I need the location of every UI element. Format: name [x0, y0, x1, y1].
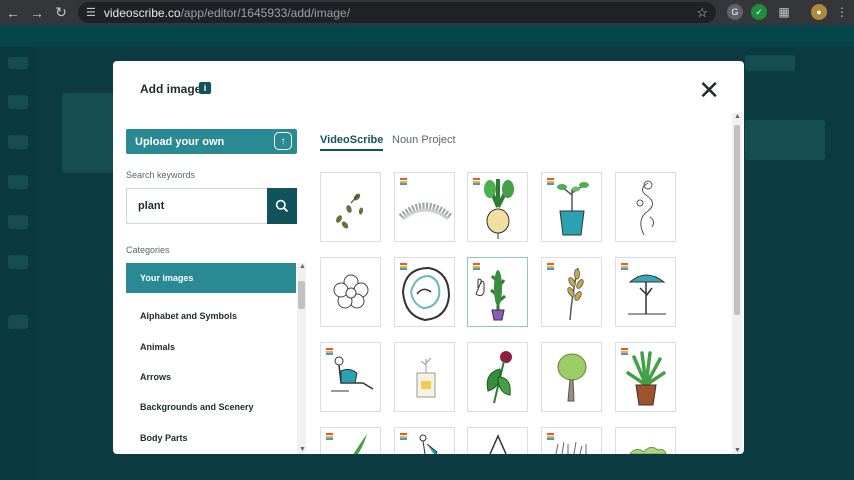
- add-image-dialog: Add image i ✕ Upload your own ↑ Search k…: [113, 61, 744, 454]
- browser-menu-icon[interactable]: ⋮: [834, 4, 850, 20]
- bookmark-star-icon[interactable]: ☆: [696, 5, 708, 21]
- potted-cactus-icon: [475, 270, 506, 321]
- umbrella-tree-icon: [628, 274, 666, 315]
- dialog-title: Add image: [140, 82, 202, 96]
- address-bar[interactable]: ☰ videoscribe.co/app/editor/1645933/add/…: [78, 2, 716, 23]
- browser-toolbar: ← → ↻ ☰ videoscribe.co/app/editor/164593…: [0, 0, 854, 25]
- sidebar-ghost: [8, 135, 28, 149]
- category-body-parts[interactable]: Body Parts: [126, 422, 296, 452]
- close-icon[interactable]: ✕: [698, 77, 720, 103]
- grass-tuft-icon: [555, 441, 587, 454]
- watering-figure-icon: [419, 434, 438, 454]
- url-host: videoscribe.co: [103, 5, 181, 20]
- image-grid-scrollbar[interactable]: ▲ ▼: [732, 113, 742, 454]
- url-path: /app/editor/1645933/add/image/: [180, 5, 351, 20]
- rock-plant-icon: [401, 266, 451, 322]
- category-your-images[interactable]: Your images: [126, 263, 296, 294]
- image-tile[interactable]: [320, 342, 381, 412]
- scroll-down-icon[interactable]: ▼: [299, 446, 306, 453]
- category-alphabet-and-symbols[interactable]: Alphabet and Symbols: [126, 301, 296, 331]
- site-settings-icon[interactable]: ☰: [86, 6, 96, 19]
- image-tile[interactable]: [615, 257, 676, 327]
- turnip-icon: [484, 179, 514, 239]
- home-icon: [8, 57, 28, 69]
- tab-videoscribe[interactable]: VideoScribe: [320, 134, 384, 151]
- category-scroll-thumb[interactable]: [298, 281, 305, 309]
- search-input[interactable]: [126, 188, 267, 224]
- back-icon[interactable]: ←: [2, 2, 24, 24]
- image-tile[interactable]: [467, 172, 528, 242]
- aloe-pot-icon: [626, 351, 666, 406]
- sidebar-ghost: [8, 215, 28, 229]
- seeds-icon: [336, 193, 364, 229]
- wreath-icon: [398, 202, 453, 221]
- green-tree-icon: [557, 353, 587, 402]
- extension-grammarly-icon[interactable]: G: [727, 4, 743, 20]
- info-icon[interactable]: i: [199, 82, 211, 94]
- image-tile[interactable]: [541, 257, 602, 327]
- image-tile[interactable]: [394, 172, 455, 242]
- image-tile[interactable]: [320, 257, 381, 327]
- image-tile[interactable]: [467, 342, 528, 412]
- category-animals[interactable]: Animals: [126, 332, 296, 362]
- wheat-stalk-icon: [567, 267, 584, 321]
- image-tile[interactable]: [615, 172, 676, 242]
- upload-button-label: Upload your own: [135, 135, 225, 148]
- scroll-down-icon[interactable]: ▼: [734, 447, 741, 454]
- upload-your-own-button[interactable]: Upload your own ↑: [126, 129, 297, 154]
- sidebar-ghost: [8, 255, 28, 269]
- image-tile[interactable]: [467, 257, 528, 327]
- image-tile[interactable]: [541, 427, 602, 454]
- category-scrollbar[interactable]: ▲ ▼: [297, 263, 306, 453]
- flower-outline-icon: [333, 274, 369, 309]
- header-ghost: [745, 55, 795, 71]
- shrub-icon: [629, 446, 667, 454]
- image-tile[interactable]: [541, 342, 602, 412]
- panel-ghost: [745, 120, 825, 160]
- person-gardening-icon: [331, 356, 374, 392]
- forward-icon[interactable]: →: [26, 2, 48, 24]
- search-icon: [275, 199, 289, 213]
- tab-noun-project[interactable]: Noun Project: [392, 134, 456, 146]
- reload-icon[interactable]: ↻: [50, 2, 72, 24]
- extension-shield-icon[interactable]: ✓: [751, 4, 767, 20]
- tent-sketch-icon: [489, 434, 507, 454]
- upload-icon: ↑: [274, 132, 292, 150]
- scroll-up-icon[interactable]: ▲: [734, 113, 741, 120]
- image-tile[interactable]: [394, 257, 455, 327]
- image-tile[interactable]: [615, 342, 676, 412]
- search-button[interactable]: [267, 188, 297, 224]
- grass-leaf-icon: [353, 434, 367, 454]
- extensions-puzzle-icon[interactable]: ▦: [776, 4, 792, 20]
- image-grid: [320, 172, 730, 454]
- sidebar-ghost: [8, 95, 28, 109]
- profile-avatar[interactable]: ●: [811, 4, 827, 20]
- image-tile[interactable]: [467, 427, 528, 454]
- image-tile[interactable]: [320, 172, 381, 242]
- editor-header: [0, 25, 854, 47]
- image-tile[interactable]: [541, 172, 602, 242]
- category-spacer: [126, 293, 296, 301]
- sidebar-ghost: [8, 315, 28, 329]
- vine-sketch-icon: [636, 180, 655, 236]
- rose-leaf-icon: [486, 351, 512, 404]
- image-tile[interactable]: [394, 342, 455, 412]
- image-tile[interactable]: [615, 427, 676, 454]
- search-caption: Search keywords: [126, 170, 196, 180]
- image-tile[interactable]: [320, 427, 381, 454]
- image-grid-scroll-thumb[interactable]: [734, 125, 740, 315]
- category-list: Your images Alphabet and Symbols Animals…: [126, 263, 296, 454]
- sidebar-ghost: [8, 175, 28, 189]
- scroll-up-icon[interactable]: ▲: [299, 263, 306, 270]
- categories-caption: Categories: [126, 245, 170, 255]
- image-tile[interactable]: [394, 427, 455, 454]
- potted-sapling-icon: [557, 182, 589, 236]
- category-backgrounds-and-scenery[interactable]: Backgrounds and Scenery: [126, 392, 296, 422]
- plant-in-jar-icon: [416, 357, 436, 398]
- category-arrows[interactable]: Arrows: [126, 362, 296, 392]
